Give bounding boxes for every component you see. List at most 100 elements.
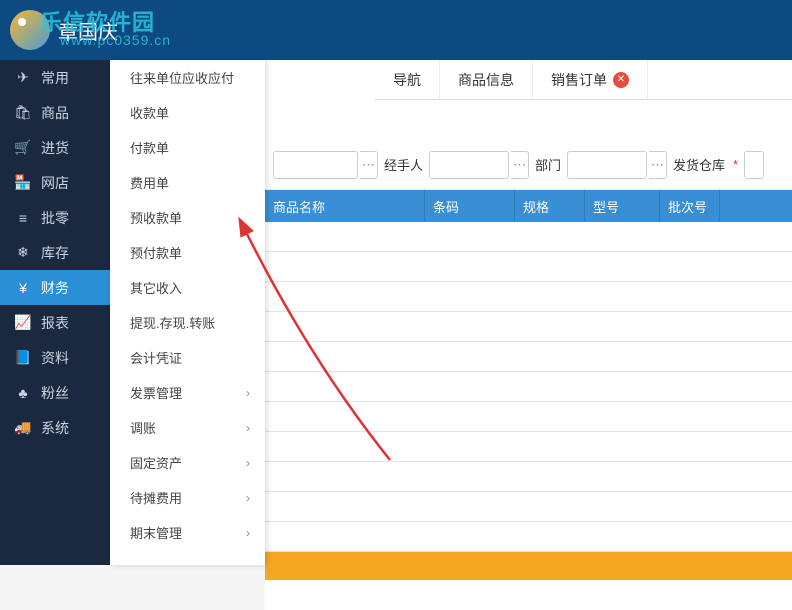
submenu-item-label: 提现.存现.转账 bbox=[130, 313, 215, 332]
sidebar-item-label: 资料 bbox=[41, 348, 69, 368]
submenu-item-label: 费用单 bbox=[130, 173, 169, 192]
sidebar-icon: ¥ bbox=[15, 280, 31, 296]
grid-col-3[interactable]: 型号 bbox=[585, 190, 660, 222]
sidebar-item-label: 常用 bbox=[41, 68, 69, 88]
sidebar-icon: ❄ bbox=[15, 245, 31, 261]
topbar: 章国庆 乐信软件园 www.pc0359.cn bbox=[0, 0, 792, 60]
sidebar-item-10[interactable]: 🚚 系统 bbox=[0, 410, 110, 445]
sidebar-item-8[interactable]: 📘 资料 bbox=[0, 340, 110, 375]
handler-label: 经手人 bbox=[384, 155, 423, 174]
submenu-item-6[interactable]: 其它收入 bbox=[110, 270, 265, 305]
chevron-right-icon: › bbox=[246, 526, 250, 540]
picker-icon[interactable]: ⋯ bbox=[511, 151, 529, 179]
close-icon[interactable]: ✕ bbox=[613, 72, 629, 88]
table-row[interactable] bbox=[265, 522, 792, 552]
tabbar: 导航 商品信息销售订单✕ bbox=[375, 60, 792, 100]
sidebar-item-6[interactable]: ¥ 财务 bbox=[0, 270, 110, 305]
logo-area: 章国庆 bbox=[10, 10, 118, 50]
submenu-item-2[interactable]: 付款单 bbox=[110, 130, 265, 165]
filter-input-1[interactable] bbox=[273, 151, 358, 179]
sidebar-item-5[interactable]: ❄ 库存 bbox=[0, 235, 110, 270]
sidebar-item-7[interactable]: 📈 报表 bbox=[0, 305, 110, 340]
picker-icon[interactable]: ⋯ bbox=[360, 151, 378, 179]
submenu-item-label: 预收款单 bbox=[130, 208, 182, 227]
table-row[interactable] bbox=[265, 372, 792, 402]
tab-label: 商品信息 bbox=[458, 70, 514, 90]
chevron-right-icon: › bbox=[246, 421, 250, 435]
submenu-item-label: 其它收入 bbox=[130, 278, 182, 297]
sidebar-icon: 📘 bbox=[15, 350, 31, 366]
sidebar-icon: 🚚 bbox=[15, 420, 31, 436]
table-row[interactable] bbox=[265, 432, 792, 462]
sidebar-item-label: 网店 bbox=[41, 173, 69, 193]
submenu-item-label: 待摊费用 bbox=[130, 488, 182, 507]
submenu-item-12[interactable]: 待摊费用› bbox=[110, 480, 265, 515]
submenu-item-label: 会计凭证 bbox=[130, 348, 182, 367]
submenu-item-7[interactable]: 提现.存现.转账 bbox=[110, 305, 265, 340]
sidebar-item-label: 报表 bbox=[41, 313, 69, 333]
submenu-item-8[interactable]: 会计凭证 bbox=[110, 340, 265, 375]
sidebar-item-1[interactable]: 🛍商品 bbox=[0, 95, 110, 130]
table-row[interactable] bbox=[265, 222, 792, 252]
grid-col-1[interactable]: 条码 bbox=[425, 190, 515, 222]
submenu-item-9[interactable]: 发票管理› bbox=[110, 375, 265, 410]
tab-1[interactable]: 商品信息 bbox=[440, 60, 533, 99]
sidebar-item-4[interactable]: ≡批零 bbox=[0, 200, 110, 235]
submenu-item-4[interactable]: 预收款单 bbox=[110, 200, 265, 235]
submenu-item-label: 调账 bbox=[130, 418, 156, 437]
ship-warehouse-input[interactable] bbox=[744, 151, 764, 179]
tab-label: 导航 bbox=[393, 70, 421, 90]
content-area: 导航商品信息销售订单✕ ⋯ 经手人 ⋯ 部门 ⋯ 发货仓库 * 商品名称条码规格… bbox=[265, 60, 792, 565]
submenu-item-11[interactable]: 固定资产 › bbox=[110, 445, 265, 480]
dept-input[interactable] bbox=[567, 151, 647, 179]
grid-col-2[interactable]: 规格 bbox=[515, 190, 585, 222]
sidebar-item-0[interactable]: ✈ 常用 bbox=[0, 60, 110, 95]
sidebar-icon: 🛍 bbox=[15, 105, 31, 121]
sidebar-item-label: 进货 bbox=[41, 138, 69, 158]
table-row[interactable] bbox=[265, 312, 792, 342]
submenu-item-0[interactable]: 往来单位应收应付 bbox=[110, 60, 265, 95]
logo-icon bbox=[10, 10, 50, 50]
submenu-item-5[interactable]: 预付款单 bbox=[110, 235, 265, 270]
grid-header: 商品名称条码规格型号批次号 bbox=[265, 190, 792, 222]
submenu-item-3[interactable]: 费用单 bbox=[110, 165, 265, 200]
grid-col-0[interactable]: 商品名称 bbox=[265, 190, 425, 222]
grid-summary-row bbox=[265, 552, 792, 580]
handler-input[interactable] bbox=[429, 151, 509, 179]
sidebar: ✈ 常用 🛍商品 🛒 进货 🏪 网店 ≡批零 ❄ 库存 ¥ 财务 📈 报表 📘 资料 ♣粉丝 🚚 系统 bbox=[0, 60, 110, 565]
sidebar-icon: 🛒 bbox=[15, 140, 31, 156]
submenu-item-13[interactable]: 期末管理 › bbox=[110, 515, 265, 550]
table-row[interactable] bbox=[265, 580, 792, 610]
sidebar-icon: 📈 bbox=[15, 315, 31, 331]
chevron-right-icon: › bbox=[246, 456, 250, 470]
finance-submenu: 往来单位应收应付收款单付款单费用单预收款单预付款单其它收入提现.存现.转账会计凭… bbox=[110, 60, 265, 565]
sidebar-item-label: 库存 bbox=[41, 243, 69, 263]
sidebar-icon: ✈ bbox=[15, 70, 31, 86]
sidebar-item-label: 系统 bbox=[41, 418, 69, 438]
picker-icon[interactable]: ⋯ bbox=[649, 151, 667, 179]
table-row[interactable] bbox=[265, 402, 792, 432]
submenu-item-10[interactable]: 调账 › bbox=[110, 410, 265, 445]
submenu-item-label: 期末管理 bbox=[130, 523, 182, 542]
submenu-item-label: 固定资产 bbox=[130, 453, 182, 472]
tab-2[interactable]: 销售订单✕ bbox=[533, 60, 648, 99]
sidebar-item-label: 财务 bbox=[41, 278, 69, 298]
sidebar-item-2[interactable]: 🛒 进货 bbox=[0, 130, 110, 165]
sidebar-icon: 🏪 bbox=[15, 175, 31, 191]
sidebar-item-3[interactable]: 🏪 网店 bbox=[0, 165, 110, 200]
tab-0[interactable]: 导航 bbox=[375, 60, 440, 99]
grid-col-4[interactable]: 批次号 bbox=[660, 190, 720, 222]
dept-label: 部门 bbox=[535, 155, 561, 174]
table-row[interactable] bbox=[265, 342, 792, 372]
submenu-item-label: 预付款单 bbox=[130, 243, 182, 262]
submenu-item-label: 付款单 bbox=[130, 138, 169, 157]
submenu-item-label: 往来单位应收应付 bbox=[130, 68, 234, 87]
chevron-right-icon: › bbox=[246, 386, 250, 400]
table-row[interactable] bbox=[265, 252, 792, 282]
table-row[interactable] bbox=[265, 462, 792, 492]
table-row[interactable] bbox=[265, 282, 792, 312]
submenu-item-1[interactable]: 收款单 bbox=[110, 95, 265, 130]
sidebar-item-9[interactable]: ♣粉丝 bbox=[0, 375, 110, 410]
user-name: 章国庆 bbox=[58, 16, 118, 45]
table-row[interactable] bbox=[265, 492, 792, 522]
